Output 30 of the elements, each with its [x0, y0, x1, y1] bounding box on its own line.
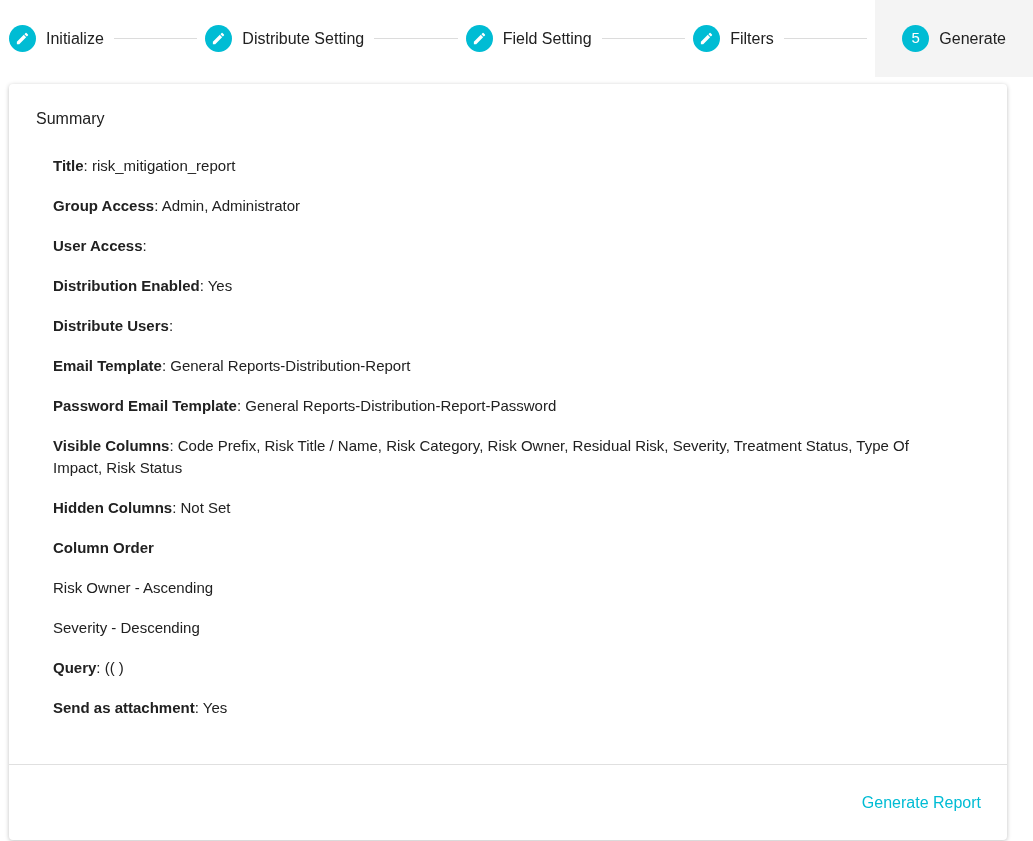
edit-icon [205, 25, 233, 52]
summary-text: Send as attachment: Yes [53, 698, 229, 718]
step-label: Filters [730, 28, 774, 49]
summary-text: Query: (( ) [53, 658, 125, 678]
step-label: Initialize [46, 28, 104, 49]
step-label: Field Setting [502, 28, 592, 49]
edit-icon [9, 25, 36, 52]
summary-text: Email Template: General Reports-Distribution-Report [53, 356, 412, 376]
edit-icon [693, 25, 721, 52]
step-number: 5 [902, 25, 930, 52]
step-label: Distribute Setting [242, 28, 365, 49]
summary-text: Visible Columns: Code Prefix, Risk Title / Name, Risk Category, Risk Owner, Residual Risk, Severity, Treatment Status, Type Of Impact, Risk Status [53, 436, 910, 478]
summary-text: Group Access: Admin, Administrator [53, 196, 302, 216]
edit-icon [465, 25, 493, 52]
summary-title: Summary [36, 109, 106, 129]
summary-text: Severity - Descending [53, 618, 201, 638]
summary-text: User Access: [53, 236, 148, 256]
summary-text: Password Email Template: General Reports-Distribution-Report-Password [53, 396, 558, 416]
step[interactable]: Initialize [9, 0, 106, 77]
summary-text: Distribution Enabled: Yes [53, 276, 234, 296]
summary-text: Risk Owner - Ascending [53, 578, 215, 598]
summary-text: Title: risk_mitigation_report [53, 156, 237, 176]
summary-text: Column Order [53, 538, 155, 558]
step[interactable]: Filters [693, 0, 776, 77]
summary-text: Distribute Users: [53, 316, 175, 336]
step[interactable]: Distribute Setting [205, 0, 367, 77]
summary-text: Hidden Columns: Not Set [53, 498, 232, 518]
step-label: Generate [939, 28, 1006, 49]
step[interactable]: Field Setting [465, 0, 594, 77]
step[interactable]: 5 Generate [875, 0, 1033, 77]
